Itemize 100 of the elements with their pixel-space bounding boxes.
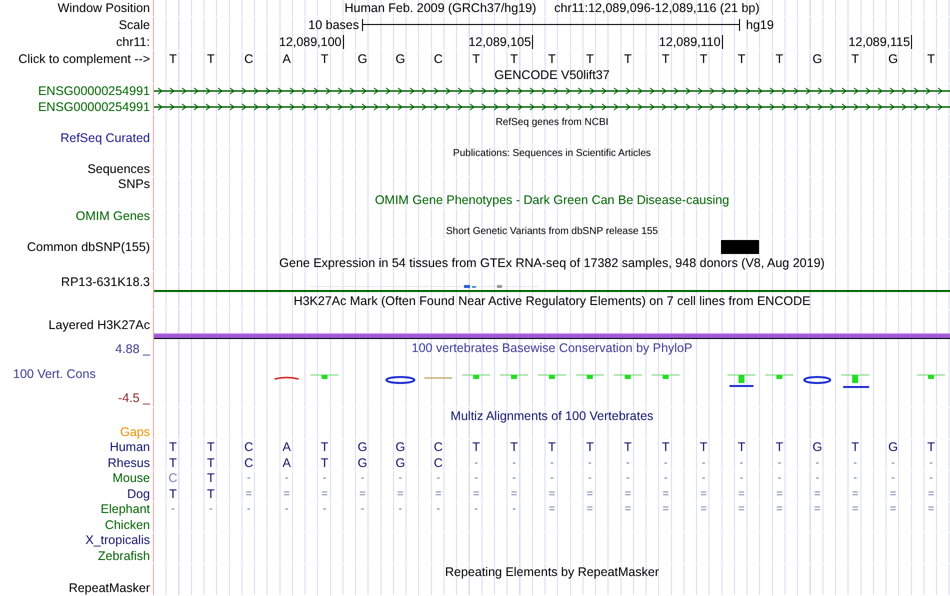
base-letter: - bbox=[778, 456, 782, 469]
base-letter: - bbox=[246, 472, 251, 484]
base-letter: = bbox=[852, 488, 858, 500]
base-letter: - bbox=[891, 456, 895, 469]
complement-link[interactable]: Click to complement --> bbox=[18, 52, 150, 66]
base-letter: T bbox=[851, 52, 860, 66]
base-letter: - bbox=[740, 456, 744, 469]
base-letter: T bbox=[510, 440, 518, 454]
base-letter: = bbox=[586, 488, 594, 500]
base-letter: = bbox=[472, 488, 480, 500]
base-letter: - bbox=[474, 472, 478, 484]
base-letter: T bbox=[776, 440, 784, 454]
base-letter: T bbox=[207, 486, 215, 501]
base-letter: C bbox=[434, 456, 443, 470]
ruler-tick: 12,089,110 bbox=[658, 34, 723, 49]
base-letter: T bbox=[169, 486, 177, 501]
base-letter: = bbox=[321, 488, 328, 500]
base-letter: A bbox=[282, 52, 291, 66]
base-letter: T bbox=[586, 440, 594, 454]
base-letter: - bbox=[171, 503, 175, 516]
track-label[interactable]: Chicken bbox=[104, 518, 150, 532]
base-letter: - bbox=[626, 472, 630, 484]
base-letter: - bbox=[588, 456, 592, 469]
base-letter: T bbox=[624, 440, 632, 454]
track-label[interactable]: RP13-631K18.3 bbox=[61, 275, 150, 290]
base-letter: - bbox=[398, 472, 402, 484]
track-title: Repeating Elements by RepeatMasker bbox=[444, 564, 659, 579]
base-letter: - bbox=[360, 503, 364, 516]
base-letter: G bbox=[358, 456, 368, 470]
base-letter: - bbox=[550, 472, 554, 484]
base-letter: - bbox=[740, 472, 744, 484]
base-letter: G bbox=[812, 52, 822, 66]
base-letter: G bbox=[812, 440, 822, 454]
base-letter: = bbox=[397, 488, 404, 500]
track-label[interactable]: Common dbSNP(155) bbox=[27, 240, 150, 254]
base-letter: G bbox=[396, 440, 406, 454]
base-letter: A bbox=[282, 456, 291, 470]
base-letter: - bbox=[853, 456, 858, 469]
track-title: RefSeq genes from NCBI bbox=[496, 116, 608, 128]
base-letter: T bbox=[624, 52, 632, 66]
track-title: OMIM Gene Phenotypes - Dark Green Can Be Disease-causing bbox=[374, 193, 730, 208]
base-letter: - bbox=[398, 503, 402, 516]
base-letter: = bbox=[662, 503, 669, 516]
track-label[interactable]: 100 Vert. Cons bbox=[13, 366, 96, 381]
base-letter: - bbox=[284, 472, 288, 484]
track-label[interactable]: Rhesus bbox=[108, 456, 150, 470]
base-letter: - bbox=[360, 472, 364, 484]
base-letter: = bbox=[700, 488, 707, 500]
track-label[interactable]: X_tropicalis bbox=[85, 533, 150, 548]
base-letter: T bbox=[472, 52, 480, 66]
track-label[interactable]: Elephant bbox=[100, 502, 150, 516]
track-label[interactable]: Sequences bbox=[87, 162, 150, 176]
ruler-tick: 12,089,105 bbox=[468, 34, 534, 49]
track-label[interactable]: SNPs bbox=[118, 177, 150, 192]
track-title: Short Genetic Variants from dbSNP release 155 bbox=[446, 226, 658, 238]
track-label[interactable]: Dog bbox=[127, 486, 150, 501]
base-letter: - bbox=[702, 456, 706, 469]
base-letter: T bbox=[510, 52, 518, 66]
base-letter: = bbox=[738, 488, 745, 500]
base-letter: - bbox=[664, 456, 668, 469]
track-label[interactable]: RepeatMasker bbox=[68, 580, 150, 595]
track-label[interactable]: OMIM Genes bbox=[76, 209, 150, 224]
track-label[interactable]: RefSeq Curated bbox=[60, 130, 150, 145]
base-letter: = bbox=[890, 488, 896, 500]
base-letter: - bbox=[436, 503, 440, 516]
base-letter: = bbox=[662, 488, 669, 500]
base-letter: = bbox=[814, 503, 821, 516]
axis-min-label: -4.5 _ bbox=[118, 391, 150, 406]
track-label[interactable]: Mouse bbox=[112, 471, 150, 486]
ruler-tick: 12,089,100 bbox=[278, 34, 344, 49]
base-letter: T bbox=[662, 52, 670, 66]
assembly-name: Human Feb. 2009 (GRCh37/hg19) bbox=[344, 1, 536, 15]
base-letter: T bbox=[472, 440, 480, 454]
variant-block bbox=[721, 240, 759, 254]
base-letter: T bbox=[776, 52, 784, 66]
base-letter: - bbox=[626, 456, 630, 469]
track-label[interactable]: Layered H3K27Ac bbox=[48, 318, 150, 332]
base-letter: - bbox=[664, 472, 668, 484]
scale-assembly: hg19 bbox=[745, 18, 775, 32]
base-letter: = bbox=[928, 488, 934, 500]
track-title: Publications: Sequences in Scientific Articles bbox=[453, 148, 651, 159]
base-letter: - bbox=[702, 472, 706, 484]
base-letter: T bbox=[169, 456, 177, 470]
base-letter: T bbox=[851, 440, 860, 454]
track-label[interactable]: ENSG00000254991 bbox=[38, 84, 150, 98]
base-letter: - bbox=[512, 456, 516, 469]
base-letter: = bbox=[548, 488, 556, 500]
base-letter: - bbox=[929, 472, 933, 484]
base-letter: - bbox=[550, 456, 554, 469]
base-letter: - bbox=[853, 472, 858, 484]
base-letter: T bbox=[548, 52, 556, 66]
base-letter: T bbox=[927, 52, 935, 66]
base-letter: = bbox=[700, 503, 707, 516]
track-label[interactable]: Human bbox=[110, 440, 150, 454]
base-letter: - bbox=[891, 472, 895, 484]
base-letter: T bbox=[586, 52, 594, 66]
base-letter: - bbox=[322, 472, 326, 484]
track-label[interactable]: Zebrafish bbox=[98, 548, 150, 563]
base-letter: = bbox=[624, 503, 632, 516]
track-label[interactable]: ENSG00000254991 bbox=[38, 100, 150, 114]
